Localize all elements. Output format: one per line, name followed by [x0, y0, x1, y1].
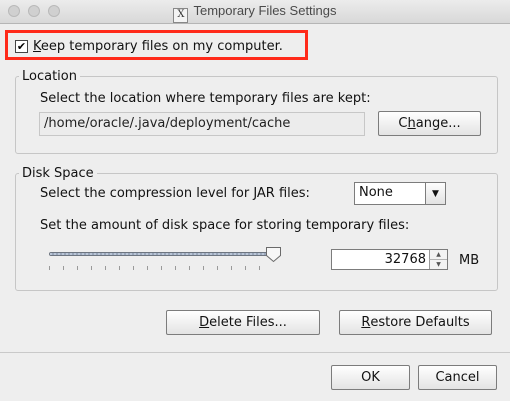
location-legend: Location — [22, 69, 77, 84]
keep-files-checkbox-row[interactable]: ✔ Keep temporary files on my computer. — [15, 37, 283, 55]
spinner-up-icon[interactable]: ▲ — [429, 250, 447, 260]
ok-button[interactable]: OK — [331, 365, 410, 390]
keep-files-label[interactable]: Keep temporary files on my computer. — [33, 39, 283, 54]
footer-separator — [0, 352, 510, 353]
cancel-button[interactable]: Cancel — [418, 365, 497, 390]
restore-defaults-button[interactable]: Restore Defaults — [339, 310, 492, 335]
disk-space-spinner[interactable]: 32768 ▲ ▼ — [331, 249, 448, 270]
slider-ticks — [49, 266, 273, 270]
unit-label: MB — [459, 253, 480, 268]
keep-files-checkbox[interactable]: ✔ — [15, 39, 28, 53]
disk-space-slider[interactable] — [49, 252, 273, 256]
compression-select[interactable]: None ▼ — [354, 182, 446, 205]
delete-files-button[interactable]: Delete Files... — [166, 310, 320, 335]
disk-space-value[interactable]: 32768 — [385, 252, 426, 267]
x11-icon: X — [173, 8, 189, 23]
compression-label: Select the compression level for JAR fil… — [40, 186, 310, 201]
slider-thumb[interactable] — [265, 246, 282, 263]
location-prompt: Select the location where temporary file… — [40, 91, 371, 106]
chevron-down-icon[interactable]: ▼ — [425, 183, 445, 204]
disk-space-legend: Disk Space — [22, 166, 94, 181]
change-button[interactable]: Ch ange... — [378, 111, 481, 136]
cache-path-field[interactable]: /home/oracle/.java/deployment/cache — [39, 112, 365, 136]
title-bar: X Temporary Files Settings — [0, 0, 510, 24]
disk-amount-label: Set the amount of disk space for storing… — [40, 218, 410, 233]
window-title: Temporary Files Settings — [193, 3, 337, 18]
compression-value: None — [359, 185, 393, 200]
spinner-down-icon[interactable]: ▼ — [429, 260, 447, 269]
